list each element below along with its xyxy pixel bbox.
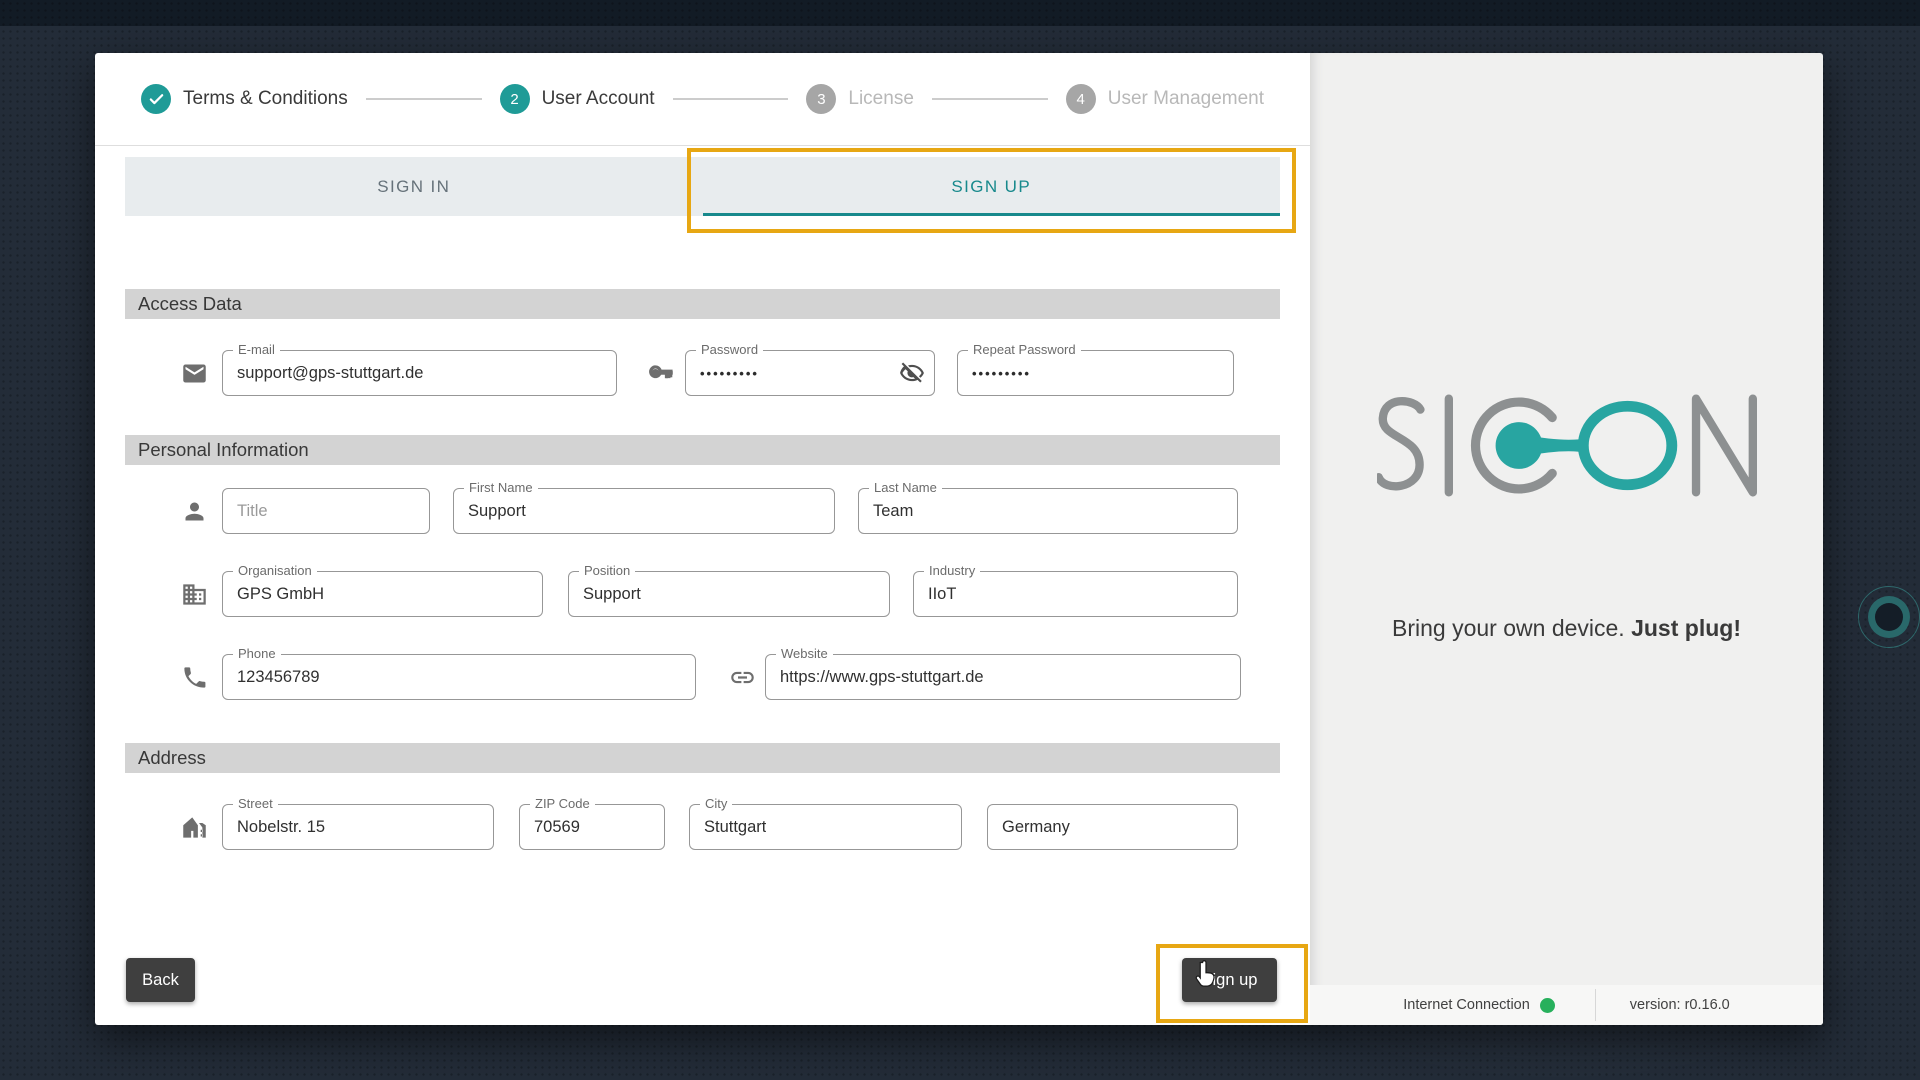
hand-cursor-icon [1192, 960, 1220, 990]
first-name-label: First Name [464, 480, 538, 495]
wizard-stepper: Terms & Conditions 2 User Account 3 Lice… [95, 53, 1310, 146]
city-label: City [700, 796, 732, 811]
brand-panel: SICON Bring your own device. Just plug! [1310, 53, 1823, 1025]
internet-connection-label: Internet Connection [1403, 997, 1530, 1013]
phone-value: 123456789 [237, 668, 320, 687]
step-number-badge: 3 [806, 84, 836, 114]
email-field[interactable]: E-mail support@gps-stuttgart.de [222, 350, 617, 396]
auth-tabs: SIGN IN SIGN UP [125, 157, 1280, 216]
password-field[interactable]: Password ••••••••• [685, 350, 935, 396]
street-field[interactable]: Street Nobelstr. 15 [222, 804, 494, 850]
link-icon [728, 663, 756, 691]
check-icon [141, 84, 171, 114]
step-label: User Account [542, 88, 655, 110]
zip-code-value: 70569 [534, 818, 580, 837]
last-name-value: Team [873, 502, 913, 521]
row-name: Title First Name Support Last Name Team [125, 488, 1280, 534]
envelope-icon [180, 359, 208, 387]
title-placeholder: Title [237, 502, 268, 521]
title-field[interactable]: Title [222, 488, 430, 534]
phone-label: Phone [233, 646, 281, 661]
brand-name-text: SICON [1310, 53, 1311, 54]
section-header-access-data: Access Data [125, 289, 1280, 319]
tagline-bold: Just plug! [1631, 615, 1741, 641]
row-contact: Phone 123456789 Website https://www.gps-… [125, 654, 1280, 700]
status-bar: Internet Connection version: r0.16.0 [1310, 985, 1823, 1025]
organisation-field[interactable]: Organisation GPS GmbH [222, 571, 543, 617]
map-location-marker-icon [1858, 586, 1920, 648]
back-button[interactable]: Back [126, 958, 195, 1002]
stepper-connector [366, 98, 482, 100]
country-select[interactable]: Germany [987, 804, 1238, 850]
building-icon [180, 580, 208, 608]
step-number-badge: 4 [1066, 84, 1096, 114]
stepper-step-user-account[interactable]: 2 User Account [500, 84, 655, 114]
row-organisation: Organisation GPS GmbH Position Support I… [125, 571, 1280, 617]
position-field[interactable]: Position Support [568, 571, 890, 617]
stepper-step-license[interactable]: 3 License [806, 84, 914, 114]
section-header-address: Address [125, 743, 1280, 773]
key-icon [647, 359, 675, 387]
email-label: E-mail [233, 342, 280, 357]
version-label: version: r0.16.0 [1630, 997, 1730, 1013]
home-icon [180, 813, 208, 841]
position-value: Support [583, 585, 641, 604]
website-field[interactable]: Website https://www.gps-stuttgart.de [765, 654, 1241, 700]
step-label: License [848, 88, 914, 110]
signup-window: Terms & Conditions 2 User Account 3 Lice… [95, 53, 1823, 1025]
position-label: Position [579, 563, 635, 578]
organisation-label: Organisation [233, 563, 317, 578]
repeat-password-field[interactable]: Repeat Password ••••••••• [957, 350, 1234, 396]
person-icon [180, 497, 208, 525]
form-footer: Back Sign up [125, 958, 1280, 1002]
stepper-connector [673, 98, 789, 100]
industry-label: Industry [924, 563, 980, 578]
industry-value: IIoT [928, 585, 956, 604]
row-address: Street Nobelstr. 15 ZIP Code 70569 City … [125, 804, 1280, 850]
stepper-step-user-management[interactable]: 4 User Management [1066, 84, 1264, 114]
sicon-logo [1377, 391, 1757, 500]
organisation-value: GPS GmbH [237, 585, 324, 604]
zip-code-field[interactable]: ZIP Code 70569 [519, 804, 665, 850]
row-access-data: E-mail support@gps-stuttgart.de Password… [125, 350, 1280, 396]
background-top-strip [0, 0, 1920, 26]
step-label: Terms & Conditions [183, 88, 348, 110]
last-name-field[interactable]: Last Name Team [858, 488, 1238, 534]
stepper-step-terms-conditions[interactable]: Terms & Conditions [141, 84, 348, 114]
step-number-badge: 2 [500, 84, 530, 114]
street-value: Nobelstr. 15 [237, 818, 325, 837]
phone-field[interactable]: Phone 123456789 [222, 654, 696, 700]
repeat-password-value: ••••••••• [972, 366, 1031, 381]
city-field[interactable]: City Stuttgart [689, 804, 962, 850]
step-label: User Management [1108, 88, 1264, 110]
brand-tagline: Bring your own device. Just plug! [1310, 615, 1823, 642]
zip-code-label: ZIP Code [530, 796, 595, 811]
phone-icon [180, 663, 208, 691]
section-header-personal-information: Personal Information [125, 435, 1280, 465]
repeat-password-label: Repeat Password [968, 342, 1081, 357]
email-value: support@gps-stuttgart.de [237, 364, 423, 383]
website-value: https://www.gps-stuttgart.de [780, 668, 984, 687]
street-label: Street [233, 796, 278, 811]
signup-form: Access Data E-mail support@gps-stuttgart… [125, 289, 1280, 850]
last-name-label: Last Name [869, 480, 942, 495]
main-panel: Terms & Conditions 2 User Account 3 Lice… [95, 53, 1310, 1025]
password-value: ••••••••• [700, 366, 759, 381]
country-value: Germany [1002, 818, 1070, 837]
website-label: Website [776, 646, 833, 661]
industry-field[interactable]: Industry IIoT [913, 571, 1238, 617]
tab-sign-up[interactable]: SIGN UP [703, 157, 1281, 216]
status-divider [1595, 989, 1596, 1021]
password-label: Password [696, 342, 763, 357]
stepper-connector [932, 98, 1048, 100]
eye-off-icon[interactable] [899, 360, 925, 386]
city-value: Stuttgart [704, 818, 766, 837]
tagline-regular: Bring your own device. [1392, 615, 1631, 641]
connection-status-dot [1540, 998, 1555, 1013]
first-name-field[interactable]: First Name Support [453, 488, 835, 534]
first-name-value: Support [468, 502, 526, 521]
tab-sign-in[interactable]: SIGN IN [125, 157, 703, 216]
